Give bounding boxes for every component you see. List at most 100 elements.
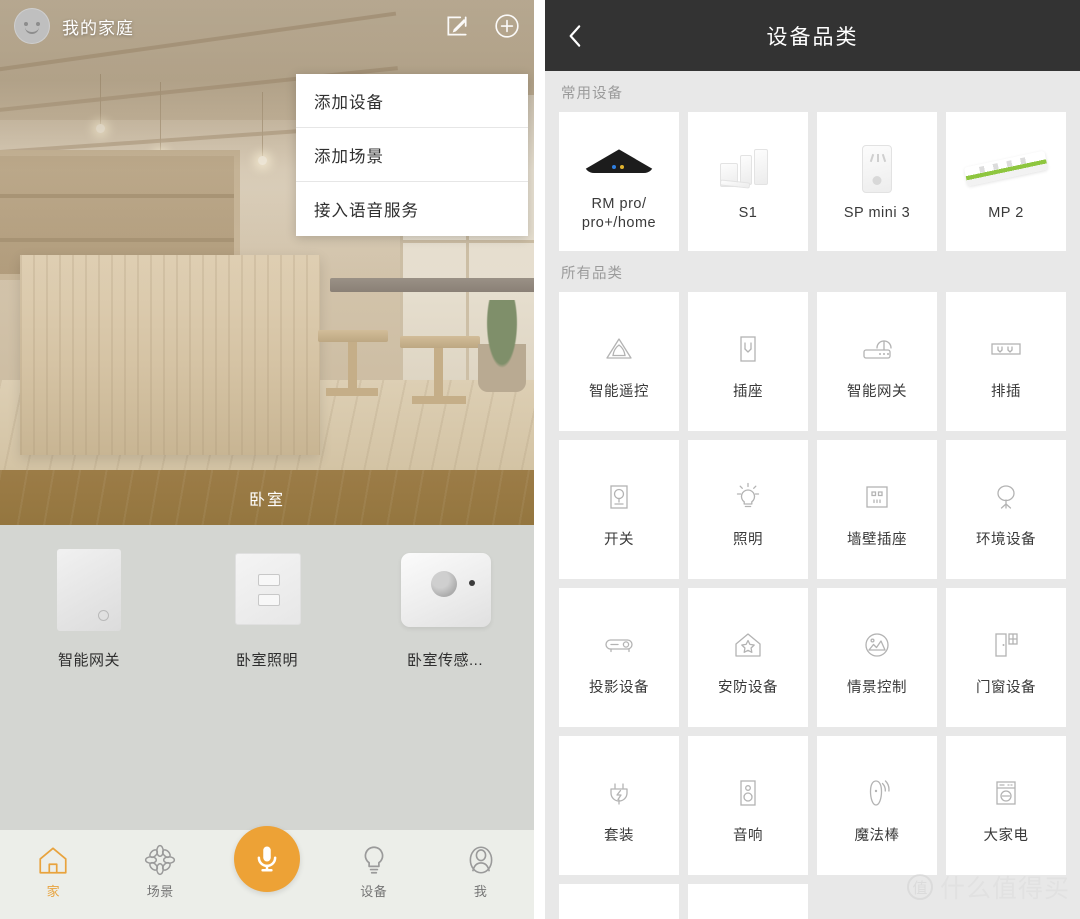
tab-label: 家	[46, 884, 61, 899]
device-tile-bedroom-light[interactable]: 卧室照明	[178, 547, 356, 670]
s1-kit-product-icon	[718, 140, 778, 198]
category-card-door-window[interactable]: 门窗设备	[946, 588, 1066, 727]
category-label: 环境设备	[976, 532, 1036, 549]
section-title-all: 所有品类	[561, 266, 623, 282]
device-tile-bedroom-sensor[interactable]: 卧室传感...	[356, 547, 534, 670]
watermark-badge-icon: 值	[906, 874, 933, 900]
mp2-powerstrip-product-icon	[963, 140, 1049, 198]
door-window-icon	[989, 617, 1023, 673]
edit-pencil-square-icon[interactable]	[444, 13, 470, 39]
category-page-title: 设备品类	[766, 25, 859, 49]
watermark: 值 什么值得买	[906, 869, 1070, 905]
device-label: 卧室照明	[235, 652, 298, 669]
scene-control-picture-icon	[860, 617, 894, 673]
page-title: 我的家庭	[62, 18, 134, 38]
socket-icon	[731, 321, 765, 377]
menu-item-add-device[interactable]: 添加设备	[296, 74, 528, 128]
bundle-kit-icon	[602, 765, 636, 821]
category-card-magic-wand[interactable]: 魔法棒	[817, 736, 937, 875]
category-card-projector[interactable]: 投影设备	[559, 588, 679, 727]
bottom-tab-bar: 家 场景 设备 我	[0, 826, 534, 919]
tab-label: 场景	[146, 884, 174, 899]
screenshot-root: 我的家庭 添加设备 添加场景 接入语音服务 卧室 智能网关 卧室照明 卧室传感.…	[0, 0, 1080, 919]
projector-icon	[600, 617, 638, 673]
product-card-mp-2[interactable]: MP 2	[946, 112, 1066, 251]
category-label: 智能遥控	[589, 384, 649, 401]
category-body: 常用设备 RM pro/ pro+/home S1 SP mini 3 MP 2…	[545, 71, 1080, 919]
rm-pro-product-icon	[584, 131, 654, 189]
category-label: 照明	[733, 532, 763, 549]
category-label: 大家电	[983, 828, 1029, 845]
hero-actions	[444, 13, 520, 39]
category-label: 情景控制	[847, 680, 907, 697]
product-card-rm-pro[interactable]: RM pro/ pro+/home	[559, 112, 679, 251]
sp-mini-3-product-icon	[862, 140, 892, 198]
product-label: SP mini 3	[843, 205, 911, 222]
speaker-icon	[731, 765, 765, 821]
device-label: 卧室传感...	[406, 652, 483, 669]
category-label: 安防设备	[718, 680, 778, 697]
device-tile-gateway[interactable]: 智能网关	[0, 547, 178, 670]
bulb-icon	[357, 843, 391, 877]
fan-icon	[731, 913, 765, 919]
section-title-common: 常用设备	[561, 86, 623, 102]
category-card-security[interactable]: 安防设备	[688, 588, 808, 727]
category-label: 墙壁插座	[847, 532, 907, 549]
category-card-socket[interactable]: 插座	[688, 292, 808, 431]
curtain-icon	[602, 913, 636, 919]
tab-profile[interactable]: 我	[427, 830, 534, 900]
category-label: 开关	[604, 532, 634, 549]
category-label: 排插	[991, 384, 1021, 401]
right-phone-screen: 设备品类 常用设备 RM pro/ pro+/home S1 SP mini 3…	[545, 0, 1080, 919]
category-card-gateway[interactable]: 智能网关	[817, 292, 937, 431]
watermark-text: 什么值得买	[939, 875, 1070, 903]
tab-devices[interactable]: 设备	[320, 830, 427, 900]
avatar[interactable]	[14, 8, 50, 44]
gateway-device-thumb	[41, 547, 137, 633]
power-strip-icon	[987, 321, 1025, 377]
category-card-power-strip[interactable]: 排插	[946, 292, 1066, 431]
category-card-fan[interactable]: 风扇	[688, 884, 808, 919]
chevron-left-icon[interactable]	[563, 21, 589, 51]
left-phone-screen: 我的家庭 添加设备 添加场景 接入语音服务 卧室 智能网关 卧室照明 卧室传感.…	[0, 0, 534, 919]
category-label: 投影设备	[589, 680, 649, 697]
room-name-bar[interactable]: 卧室	[0, 470, 534, 525]
category-card-lighting[interactable]: 照明	[688, 440, 808, 579]
common-devices-grid: RM pro/ pro+/home S1 SP mini 3 MP 2	[559, 112, 1066, 251]
microphone-fab[interactable]	[233, 826, 300, 892]
category-card-switch[interactable]: 开关	[559, 440, 679, 579]
home-icon	[36, 843, 70, 877]
plus-circle-icon[interactable]	[494, 13, 520, 39]
category-card-bundle[interactable]: 套装	[559, 736, 679, 875]
tab-label: 设备	[360, 884, 388, 899]
category-card-wall-socket[interactable]: 墙壁插座	[817, 440, 937, 579]
category-header: 设备品类	[545, 0, 1080, 71]
switch-panel-icon	[602, 469, 636, 525]
product-label: MP 2	[988, 205, 1024, 222]
menu-item-voice-service[interactable]: 接入语音服务	[296, 182, 528, 236]
category-label: 魔法棒	[854, 828, 900, 845]
category-card-scene-control[interactable]: 情景控制	[817, 588, 937, 727]
category-card-large-appliance[interactable]: 大家电	[946, 736, 1066, 875]
product-card-s1[interactable]: S1	[688, 112, 808, 251]
category-card-smart-remote[interactable]: 智能遥控	[559, 292, 679, 431]
magic-wand-icon	[860, 765, 894, 821]
tab-label: 我	[473, 884, 488, 899]
category-label: 套装	[604, 828, 634, 845]
category-label: 智能网关	[847, 384, 907, 401]
category-card-curtain[interactable]: 窗帘	[559, 884, 679, 919]
room-name-label: 卧室	[248, 491, 285, 509]
environment-tree-icon	[989, 469, 1023, 525]
menu-item-add-scene[interactable]: 添加场景	[296, 128, 528, 182]
product-card-sp-mini-3[interactable]: SP mini 3	[817, 112, 937, 251]
gateway-router-icon	[858, 321, 896, 377]
category-card-speaker[interactable]: 音响	[688, 736, 808, 875]
smart-remote-icon	[602, 321, 636, 377]
category-label: 音响	[733, 828, 763, 845]
category-card-environment[interactable]: 环境设备	[946, 440, 1066, 579]
tab-scene[interactable]: 场景	[107, 830, 214, 900]
profile-person-icon	[464, 843, 498, 877]
lighting-bulb-icon	[731, 469, 765, 525]
category-label: 插座	[733, 384, 763, 401]
tab-home[interactable]: 家	[0, 830, 107, 900]
